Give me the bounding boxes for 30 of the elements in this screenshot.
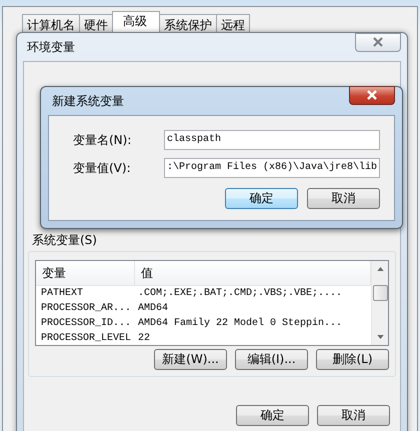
dialog-button[interactable]: 确定 — [225, 188, 298, 209]
table-cell-text: PROCESSOR_AR... — [40, 303, 132, 314]
dialog-button[interactable]: 取消 — [307, 188, 380, 209]
dialog-button[interactable]: 取消 — [317, 405, 390, 426]
window-title: 新建系统变量 — [51, 92, 124, 110]
dialog-button[interactable]: 编辑(I)... — [235, 349, 308, 370]
close-icon — [372, 37, 384, 47]
table-cell-text: PROCESSOR_LEVEL — [40, 333, 132, 344]
dialog-button[interactable]: 确定 — [236, 405, 309, 426]
scroll-up-icon[interactable] — [376, 267, 384, 271]
input-field[interactable]: classpath — [164, 130, 380, 150]
group-label: 系统变量(S) — [32, 232, 97, 249]
table-cell-text: PROCESSOR_ID... — [40, 318, 132, 329]
close-button[interactable] — [349, 86, 395, 104]
window-title: 环境变量 — [26, 38, 75, 56]
dialog-button[interactable]: 删除(L) — [316, 349, 389, 370]
table-cell-text: 22 — [137, 333, 152, 344]
table-cell-text: AMD64 — [137, 303, 170, 314]
close-icon — [366, 90, 378, 100]
table-cell-text: .COM;.EXE;.BAT;.CMD;.VBS;.VBE;.... — [137, 288, 344, 299]
scroll-down-icon[interactable] — [376, 335, 384, 339]
dialog-button[interactable]: 新建(W)... — [154, 349, 227, 370]
field-label: 变量名(N): — [73, 132, 132, 148]
table-cell-text: PATHEXT — [40, 288, 84, 299]
input-field[interactable]: :\Program Files (x86)\Java\jre8\lib — [164, 158, 380, 178]
column-header[interactable]: 变量 — [36, 261, 135, 285]
scrollbar[interactable] — [371, 261, 388, 345]
table-cell-text: AMD64 Family 22 Model 0 Steppin... — [137, 318, 344, 329]
scroll-thumb[interactable] — [372, 285, 388, 301]
field-label: 变量值(V): — [73, 160, 131, 176]
